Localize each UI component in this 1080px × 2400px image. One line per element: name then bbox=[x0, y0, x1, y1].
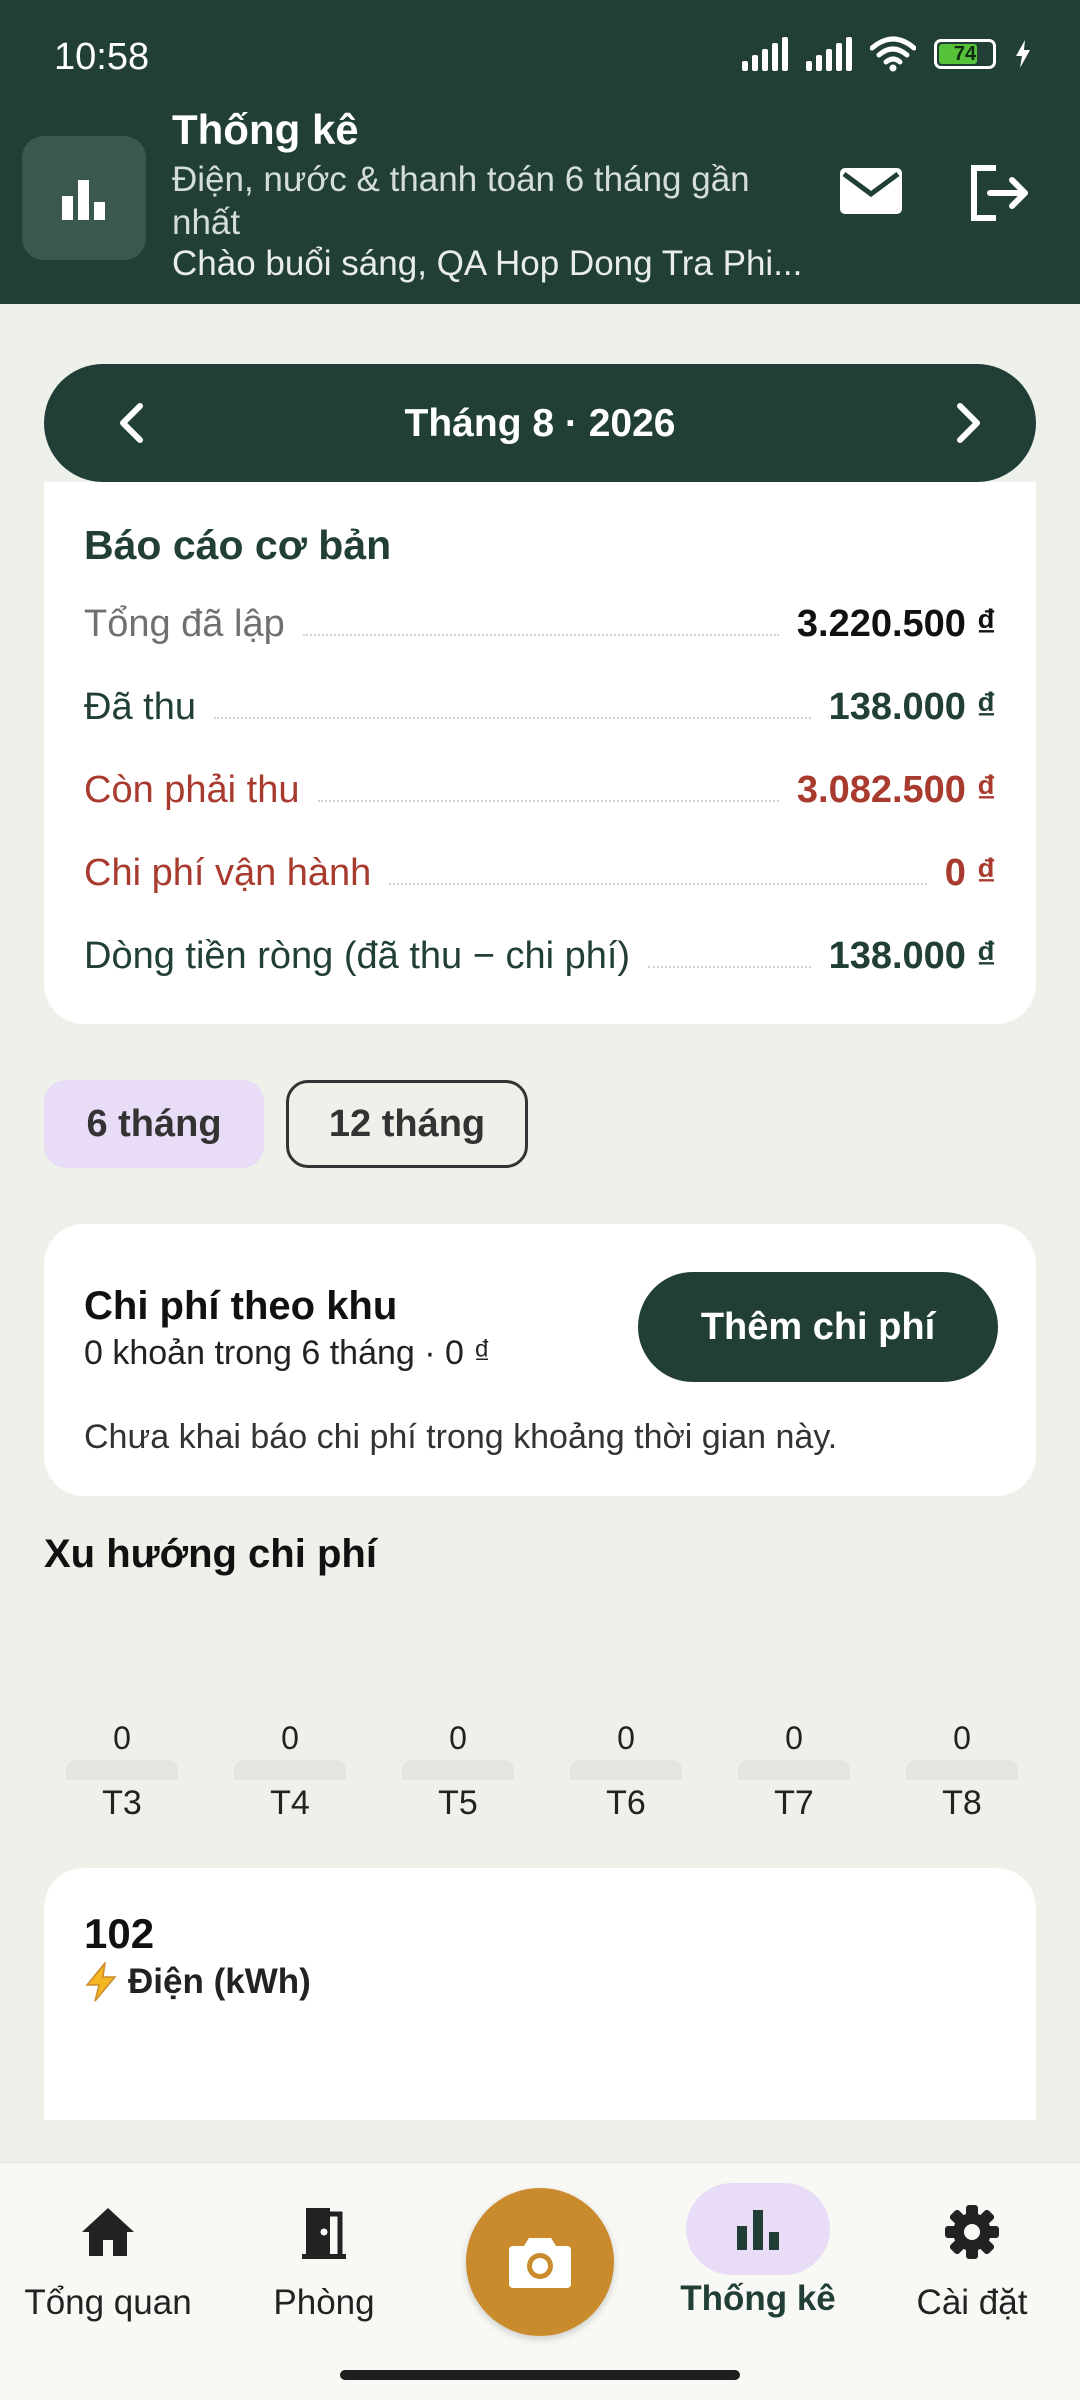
lightning-icon bbox=[85, 1962, 117, 2002]
report-row-remaining: Còn phải thu 3.082.500 ₫ bbox=[84, 756, 996, 812]
report-row-total: Tổng đã lập 3.220.500 ₫ bbox=[84, 590, 996, 646]
report-row-label: Đã thu bbox=[84, 686, 196, 728]
period-6-months-chip[interactable]: 6 tháng bbox=[44, 1080, 264, 1168]
trend-bar-label: T4 bbox=[270, 1784, 310, 1822]
trend-bar-value: 0 bbox=[953, 1720, 971, 1756]
trend-bar-value: 0 bbox=[617, 1720, 635, 1756]
report-row-value: 138.000 ₫ bbox=[828, 935, 996, 977]
status-icons: 74 bbox=[742, 36, 1032, 72]
basic-report-card: Báo cáo cơ bản Tổng đã lập 3.220.500 ₫ Đ… bbox=[44, 482, 1036, 1024]
trend-bar bbox=[570, 1760, 682, 1780]
home-icon bbox=[82, 2208, 134, 2256]
electricity-label: Điện (kWh) bbox=[128, 1962, 311, 2001]
report-row-operating-cost: Chi phí vận hành 0 ₫ bbox=[84, 839, 996, 895]
expense-by-area-card: Chi phí theo khu 0 khoản trong 6 tháng ·… bbox=[44, 1224, 1036, 1496]
nav-item-label: Tổng quan bbox=[24, 2283, 192, 2322]
report-row-label: Còn phải thu bbox=[84, 769, 300, 811]
trend-bar-column: 0 T3 bbox=[66, 1720, 178, 1823]
add-expense-button[interactable]: Thêm chi phí bbox=[638, 1272, 998, 1382]
charging-icon bbox=[1016, 40, 1030, 68]
battery-level: 74 bbox=[953, 43, 977, 65]
signal-icon bbox=[742, 37, 788, 71]
nav-item-overview[interactable]: Tổng quan bbox=[0, 2191, 216, 2323]
nav-item-statistics[interactable]: Thống kê bbox=[650, 2183, 866, 2319]
trend-bar-value: 0 bbox=[785, 1720, 803, 1756]
trend-bar bbox=[66, 1760, 178, 1780]
bar-chart-icon bbox=[737, 2210, 779, 2250]
greeting-text: Chào buổi sáng, QA Hop Dong Tra Phi... bbox=[172, 244, 803, 283]
trend-bar-value: 0 bbox=[113, 1720, 131, 1756]
nav-item-rooms[interactable]: Phòng bbox=[216, 2191, 432, 2323]
home-indicator[interactable] bbox=[340, 2370, 740, 2380]
trend-bar bbox=[738, 1760, 850, 1780]
month-label: Tháng 8 · 2026 bbox=[404, 402, 676, 445]
period-12-months-chip[interactable]: 12 tháng bbox=[286, 1080, 528, 1168]
nav-item-settings[interactable]: Cài đặt bbox=[864, 2191, 1080, 2323]
trend-bar-column: 0 T4 bbox=[234, 1720, 346, 1823]
nav-item-label: Phòng bbox=[273, 2283, 375, 2322]
page-subtitle: Điện, nước & thanh toán 6 tháng gần nhất bbox=[172, 160, 750, 242]
report-row-value: 138.000 ₫ bbox=[828, 686, 996, 728]
trend-bar-column: 0 T7 bbox=[738, 1720, 850, 1823]
trend-bar bbox=[402, 1760, 514, 1780]
nav-item-label: Cài đặt bbox=[916, 2283, 1028, 2322]
camera-button[interactable] bbox=[466, 2188, 614, 2336]
cost-trend-title: Xu hướng chi phí bbox=[44, 1532, 377, 1576]
nav-item-label: Thống kê bbox=[680, 2279, 836, 2318]
report-row-label: Tổng đã lập bbox=[84, 603, 285, 645]
trend-bar-column: 0 T6 bbox=[570, 1720, 682, 1823]
screen: 10:58 74 Thống kê Điện, nước & thanh toá… bbox=[0, 0, 1080, 2400]
door-icon bbox=[302, 2208, 346, 2259]
trend-bar bbox=[234, 1760, 346, 1780]
report-row-value: 3.220.500 ₫ bbox=[796, 603, 996, 645]
report-row-collected: Đã thu 138.000 ₫ bbox=[84, 673, 996, 729]
logout-button[interactable] bbox=[968, 164, 1034, 228]
trend-bar-value: 0 bbox=[281, 1720, 299, 1756]
trend-bar-value: 0 bbox=[449, 1720, 467, 1756]
mail-icon bbox=[840, 168, 902, 214]
status-bar: 10:58 74 bbox=[0, 0, 1080, 118]
expense-title: Chi phí theo khu bbox=[84, 1284, 398, 1328]
next-month-button[interactable] bbox=[942, 398, 992, 448]
logout-icon bbox=[971, 165, 1028, 221]
report-row-label: Chi phí vận hành bbox=[84, 852, 372, 894]
signal-icon bbox=[806, 37, 852, 71]
expense-empty-note: Chưa khai báo chi phí trong khoảng thời … bbox=[84, 1418, 838, 1456]
trend-bar-column: 0 T8 bbox=[906, 1720, 1018, 1823]
trend-bar-label: T8 bbox=[942, 1784, 982, 1822]
page-title: Thống kê bbox=[172, 106, 359, 153]
trend-bar-label: T5 bbox=[438, 1784, 478, 1822]
report-row-value: 0 ₫ bbox=[944, 852, 996, 894]
report-title: Báo cáo cơ bản bbox=[84, 522, 392, 568]
cost-trend-chart: 0 T3 0 T4 0 T5 0 T6 0 T7 0 T8 bbox=[44, 1720, 1036, 1840]
trend-bar-column: 0 T5 bbox=[402, 1720, 514, 1823]
report-row-value: 3.082.500 ₫ bbox=[796, 769, 996, 811]
trend-bar-label: T6 bbox=[606, 1784, 646, 1822]
wifi-icon bbox=[870, 36, 916, 72]
electricity-label-row: Điện (kWh) bbox=[84, 1962, 311, 2002]
status-time: 10:58 bbox=[54, 36, 150, 78]
bar-chart-icon bbox=[22, 136, 146, 260]
trend-bar bbox=[906, 1760, 1018, 1780]
gear-icon bbox=[945, 2205, 999, 2259]
camera-icon bbox=[509, 2238, 571, 2288]
electricity-card[interactable]: 102 Điện (kWh) bbox=[44, 1868, 1036, 2120]
battery-icon: 74 bbox=[934, 39, 996, 69]
chevron-right-icon bbox=[957, 403, 980, 443]
trend-bar-label: T7 bbox=[774, 1784, 814, 1822]
expense-summary: 0 khoản trong 6 tháng · 0 ₫ bbox=[84, 1334, 491, 1372]
report-row-label: Dòng tiền ròng (đã thu − chi phí) bbox=[84, 935, 631, 977]
electricity-value: 102 bbox=[84, 1910, 155, 1957]
trend-bar-label: T3 bbox=[102, 1784, 142, 1822]
month-navigator: Tháng 8 · 2026 bbox=[44, 364, 1036, 482]
app-header: 10:58 74 Thống kê Điện, nước & thanh toá… bbox=[0, 0, 1080, 304]
mail-button[interactable] bbox=[838, 166, 904, 226]
report-row-net-cashflow: Dòng tiền ròng (đã thu − chi phí) 138.00… bbox=[84, 922, 996, 978]
